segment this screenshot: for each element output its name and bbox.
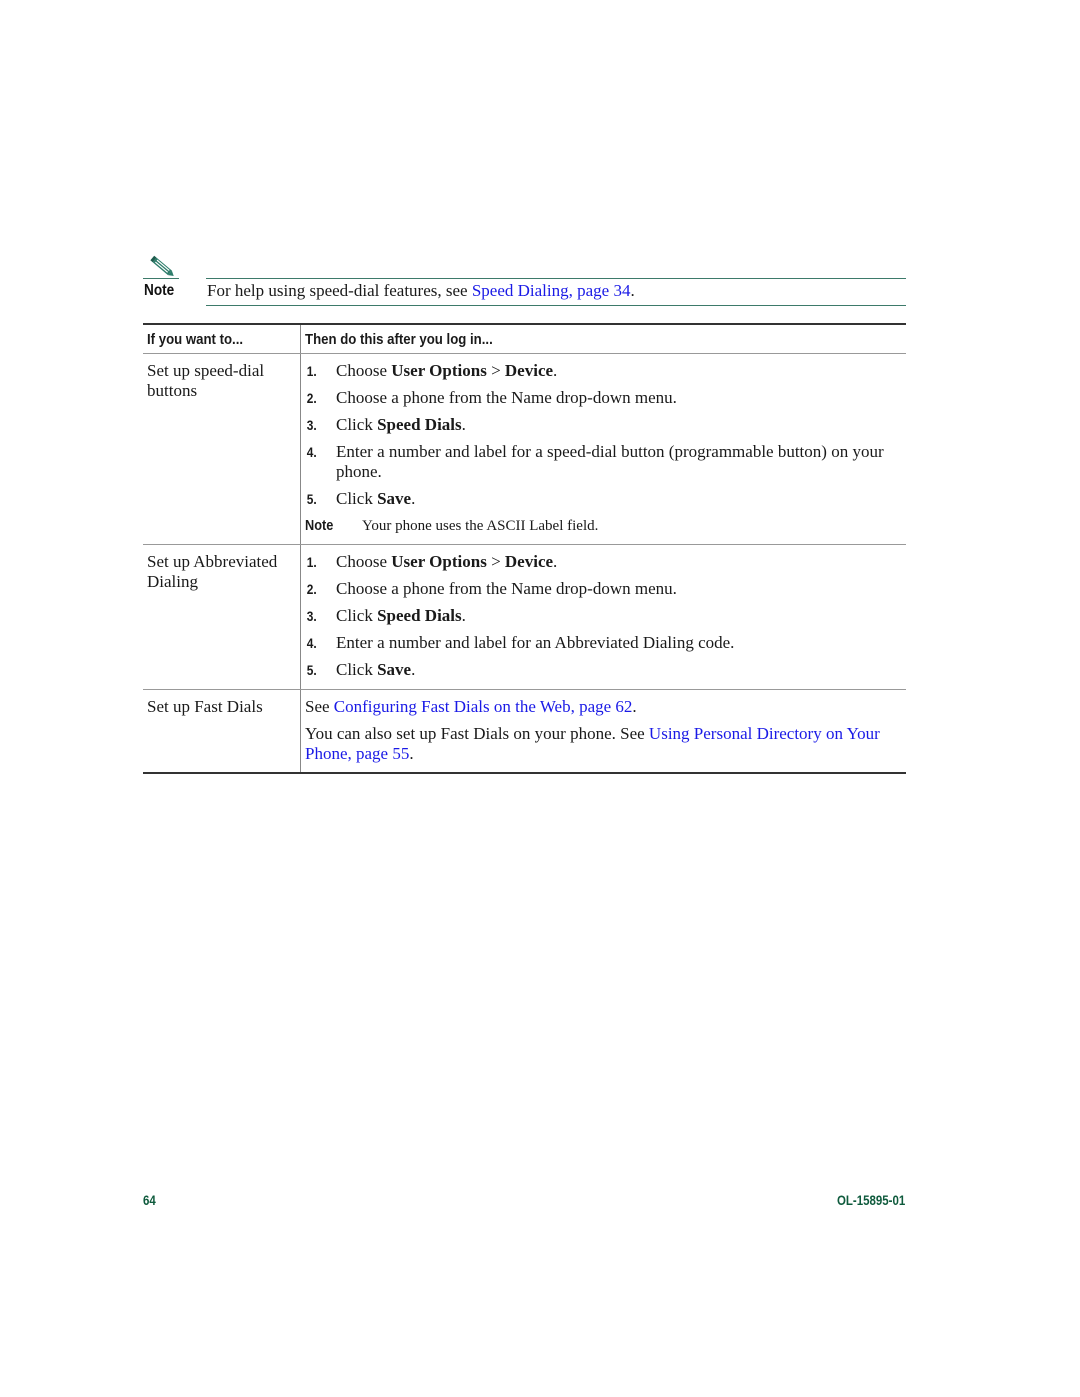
text: . bbox=[411, 489, 416, 508]
task-cell: Set up Abbreviated Dialing bbox=[143, 545, 301, 689]
note-bottom-divider bbox=[206, 305, 906, 306]
action-paragraph: You can also set up Fast Dials on your p… bbox=[305, 724, 906, 764]
action-cell: 1. Choose User Options > Device. 2. Choose … bbox=[301, 354, 906, 544]
step-item: 2. Choose a phone from the Name drop-down… bbox=[305, 388, 906, 408]
step-item: 5. Click Save. bbox=[305, 489, 906, 509]
pencil-icon bbox=[148, 255, 178, 279]
note-text-before: For help using speed-dial features, see bbox=[207, 281, 472, 300]
text: You can also set up Fast Dials on your p… bbox=[305, 724, 649, 743]
note-text-after: . bbox=[630, 281, 635, 300]
ui-term: Speed Dials bbox=[377, 415, 462, 434]
task-cell: Set up Fast Dials bbox=[143, 690, 301, 772]
text: Choose bbox=[336, 361, 392, 380]
text: See bbox=[305, 697, 334, 716]
inline-note-label: Note bbox=[305, 517, 334, 534]
text: Click bbox=[336, 606, 378, 625]
table-row: Set up Abbreviated Dialing 1. Choose User … bbox=[143, 545, 906, 689]
step-item: 1. Choose User Options > Device. bbox=[305, 552, 906, 572]
instructions-table: If you want to... Then do this after you… bbox=[143, 323, 906, 774]
step-number: 2. bbox=[306, 581, 317, 597]
step-item: 3. Click Speed Dials. bbox=[305, 606, 906, 626]
ui-term: Device bbox=[504, 552, 554, 571]
text: . bbox=[461, 606, 466, 625]
page-number: 64 bbox=[143, 1192, 156, 1208]
text: Choose a phone from the Name drop-down m… bbox=[336, 579, 677, 598]
ui-term: Save bbox=[377, 660, 412, 679]
ui-term: User Options bbox=[391, 361, 487, 380]
cross-reference-link[interactable]: Configuring Fast Dials on the Web, page … bbox=[334, 697, 633, 716]
note-icon-divider bbox=[143, 278, 179, 279]
text: . bbox=[553, 361, 558, 380]
task-label: Set up Abbreviated Dialing bbox=[147, 552, 278, 591]
step-text: Choose User Options > Device. bbox=[336, 361, 906, 381]
step-item: 3. Click Speed Dials. bbox=[305, 415, 906, 435]
step-number: 1. bbox=[306, 554, 317, 570]
step-item: 4. Enter a number and label for an Abbrev… bbox=[305, 633, 906, 653]
text: > bbox=[486, 361, 505, 380]
ui-term: User Options bbox=[391, 552, 487, 571]
action-paragraph: See Configuring Fast Dials on the Web, p… bbox=[305, 697, 906, 717]
step-text: Enter a number and label for a speed-dia… bbox=[336, 442, 906, 482]
step-number: 5. bbox=[306, 662, 317, 678]
step-number: 3. bbox=[306, 608, 317, 624]
task-label: Set up Fast Dials bbox=[147, 697, 263, 716]
text: . bbox=[632, 697, 637, 716]
step-text: Click Speed Dials. bbox=[336, 606, 906, 626]
action-cell: See Configuring Fast Dials on the Web, p… bbox=[301, 690, 906, 772]
text: . bbox=[411, 660, 416, 679]
step-text: Choose a phone from the Name drop-down m… bbox=[336, 579, 906, 599]
step-item: 1. Choose User Options > Device. bbox=[305, 361, 906, 381]
ui-term: Speed Dials bbox=[377, 606, 462, 625]
task-label: Set up speed-dial buttons bbox=[147, 361, 265, 400]
text: Click bbox=[336, 660, 378, 679]
table-header-row: If you want to... Then do this after you… bbox=[143, 325, 906, 353]
text: > bbox=[486, 552, 505, 571]
step-text: Click Save. bbox=[336, 489, 906, 509]
table-row: Set up Fast Dials See Configuring Fast Di… bbox=[143, 690, 906, 772]
header-want: If you want to... bbox=[143, 325, 301, 353]
text: Choose bbox=[336, 552, 392, 571]
text: Enter a number and label for a speed-dia… bbox=[336, 442, 884, 481]
step-item: 4. Enter a number and label for a speed-d… bbox=[305, 442, 906, 482]
table-row: Set up speed-dial buttons 1. Choose User O… bbox=[143, 354, 906, 544]
step-number: 5. bbox=[306, 491, 317, 507]
note-label: Note bbox=[144, 282, 175, 299]
task-cell: Set up speed-dial buttons bbox=[143, 354, 301, 544]
note-text: For help using speed-dial features, see … bbox=[207, 281, 635, 301]
step-text: Click Save. bbox=[336, 660, 906, 680]
header-action: Then do this after you log in... bbox=[305, 331, 493, 348]
text: Choose a phone from the Name drop-down m… bbox=[336, 388, 677, 407]
step-item: 5. Click Save. bbox=[305, 660, 906, 680]
text: . bbox=[461, 415, 466, 434]
step-text: Choose User Options > Device. bbox=[336, 552, 906, 572]
text: Enter a number and label for an Abbrevia… bbox=[336, 633, 735, 652]
action-cell: 1. Choose User Options > Device. 2. Choose … bbox=[301, 545, 906, 689]
speed-dialing-link[interactable]: Speed Dialing, page 34 bbox=[472, 281, 631, 300]
table-bottom-rule bbox=[143, 772, 906, 774]
text: . bbox=[553, 552, 558, 571]
text: Click bbox=[336, 489, 378, 508]
note-top-divider bbox=[206, 278, 906, 279]
inline-note-text: Your phone uses the ASCII Label field. bbox=[362, 518, 599, 534]
step-item: 2. Choose a phone from the Name drop-down… bbox=[305, 579, 906, 599]
document-id: OL-15895-01 bbox=[836, 1192, 905, 1208]
step-number: 1. bbox=[306, 363, 317, 379]
ui-term: Save bbox=[377, 489, 412, 508]
step-number: 4. bbox=[306, 635, 317, 651]
step-text: Click Speed Dials. bbox=[336, 415, 906, 435]
table-body: Set up speed-dial buttons 1. Choose User O… bbox=[143, 354, 906, 772]
step-number: 4. bbox=[306, 444, 317, 460]
step-text: Choose a phone from the Name drop-down m… bbox=[336, 388, 906, 408]
text: Click bbox=[336, 415, 378, 434]
ui-term: Device bbox=[504, 361, 554, 380]
step-number: 3. bbox=[306, 417, 317, 433]
step-text: Enter a number and label for an Abbrevia… bbox=[336, 633, 906, 653]
text: . bbox=[409, 744, 414, 763]
step-number: 2. bbox=[306, 390, 317, 406]
inline-note: Note Your phone uses the ASCII Label fiel… bbox=[305, 516, 906, 541]
